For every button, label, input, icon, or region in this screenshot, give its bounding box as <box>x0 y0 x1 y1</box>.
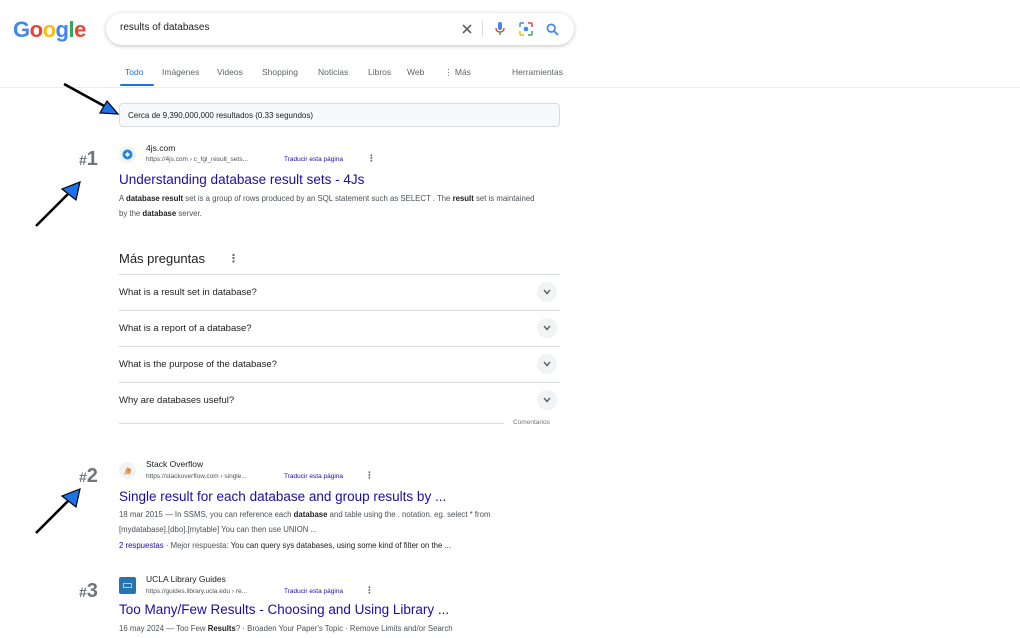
paa-question-4[interactable]: Why are databases useful? <box>119 382 560 418</box>
result-3-menu-icon[interactable]: ⋮ <box>365 585 374 596</box>
snippet-bold-text: database <box>293 510 328 519</box>
tab-shopping[interactable]: Shopping <box>262 67 298 77</box>
result-3-snippet: 16 may 2024 — Too Few Results? · Broaden… <box>119 621 539 636</box>
paa-question-1[interactable]: What is a result set in database? <box>119 274 560 310</box>
paa-divider <box>119 423 504 424</box>
search-icon[interactable] <box>543 20 561 38</box>
result-1-url[interactable]: https://4js.com › c_fgl_result_sets... <box>146 156 248 163</box>
logo-letter: g <box>55 17 69 42</box>
search-box[interactable]: results of databases <box>106 13 574 45</box>
logo-letter: o <box>29 17 43 42</box>
rank-label-1: #1 <box>79 148 98 170</box>
snippet-text: A <box>119 194 126 203</box>
result-3-site[interactable]: UCLA Library Guides <box>146 574 226 584</box>
result-stats: Cerca de 9,390,000,000 resultados (0.33 … <box>119 103 560 127</box>
snippet-text: 16 may 2024 — Too Few <box>119 624 208 633</box>
answers-link[interactable]: 2 respuestas <box>119 541 164 550</box>
result-1-site[interactable]: 4js.com <box>146 143 175 153</box>
paa-question-3[interactable]: What is the purpose of the database? <box>119 346 560 382</box>
result-3-url[interactable]: https://guides.library.ucla.edu › re... <box>146 588 247 595</box>
search-tabs: Todo Imágenes Videos Shopping Noticias L… <box>0 58 1020 88</box>
snippet-text: set is a group of rows produced by an SQ… <box>183 194 453 203</box>
result-3-title[interactable]: Too Many/Few Results - Choosing and Usin… <box>119 602 449 617</box>
paa-question-text: What is the purpose of the database? <box>119 359 277 370</box>
snippet-bold-text: Results <box>207 624 236 633</box>
tab-todo[interactable]: Todo <box>125 67 143 77</box>
snippet-bold-text: database <box>142 209 177 218</box>
paa-question-text: What is a result set in database? <box>119 287 257 298</box>
favicon-stackoverflow[interactable] <box>119 462 136 479</box>
annotation-arrow-stats <box>63 82 120 115</box>
snippet-bold-text: result <box>452 194 474 203</box>
paa-question-text: What is a report of a database? <box>119 323 252 334</box>
result-2-sublinks: 2 respuestas · Mejor respuesta: You can … <box>119 541 452 550</box>
paa-menu-icon[interactable]: ⋮ <box>228 252 239 265</box>
search-divider <box>482 21 483 37</box>
favicon-4js[interactable] <box>119 146 136 163</box>
logo-letter: e <box>74 17 86 42</box>
paa-title: Más preguntas <box>119 251 205 266</box>
chevron-down-icon[interactable] <box>537 390 557 410</box>
result-1-snippet: A database result set is a group of rows… <box>119 191 539 221</box>
best-answer-text: You can query sys databases, using some … <box>230 541 452 550</box>
result-1-title[interactable]: Understanding database result sets - 4Js <box>119 172 364 187</box>
favicon-ucla[interactable] <box>119 577 136 594</box>
result-2-menu-icon[interactable]: ⋮ <box>365 470 374 481</box>
lens-icon[interactable] <box>517 20 535 38</box>
rank-label-3: #3 <box>79 580 98 602</box>
snippet-bold-text: database result <box>125 194 184 203</box>
result-2-url[interactable]: https://stackoverflow.com › single... <box>146 473 247 480</box>
search-input[interactable]: results of databases <box>120 22 210 33</box>
rank-label-2: #2 <box>79 465 98 487</box>
logo-letter: o <box>42 17 56 42</box>
snippet-text: ? · Broaden Your Paper's Topic · Remove … <box>235 624 453 633</box>
result-3-translate[interactable]: Traducir esta página <box>284 588 343 595</box>
active-tab-indicator <box>120 84 154 86</box>
result-1-translate[interactable]: Traducir esta página <box>284 156 343 163</box>
close-icon[interactable] <box>458 20 476 38</box>
feedback-link[interactable]: Comentarios <box>513 419 550 426</box>
snippet-text: server. <box>176 209 202 218</box>
tab-libros[interactable]: Libros <box>368 67 391 77</box>
microphone-icon[interactable] <box>491 20 509 38</box>
paa-question-2[interactable]: What is a report of a database? <box>119 310 560 346</box>
tab-imagenes[interactable]: Imágenes <box>162 67 199 77</box>
result-2-title[interactable]: Single result for each database and grou… <box>119 489 446 504</box>
tab-more[interactable]: ⋮ Más <box>444 67 471 78</box>
chevron-down-icon[interactable] <box>537 354 557 374</box>
tab-noticias[interactable]: Noticias <box>318 67 348 77</box>
result-2-translate[interactable]: Traducir esta página <box>284 473 343 480</box>
annotation-arrow-1 <box>35 181 81 227</box>
annotation-arrow-2 <box>35 488 81 534</box>
result-2-snippet: 18 mar 2015 — In SSMS, you can reference… <box>119 507 539 537</box>
result-1-menu-icon[interactable]: ⋮ <box>367 153 376 164</box>
result-2-site[interactable]: Stack Overflow <box>146 459 203 469</box>
tools-button[interactable]: Herramientas <box>512 67 563 77</box>
tab-videos[interactable]: Videos <box>217 67 243 77</box>
chevron-down-icon[interactable] <box>537 282 557 302</box>
chevron-down-icon[interactable] <box>537 318 557 338</box>
tab-web[interactable]: Web <box>407 67 424 77</box>
paa-question-text: Why are databases useful? <box>119 395 235 406</box>
logo-letter: G <box>13 17 30 42</box>
snippet-text: 18 mar 2015 — In SSMS, you can reference… <box>119 510 294 519</box>
google-logo[interactable]: Google <box>13 17 86 43</box>
